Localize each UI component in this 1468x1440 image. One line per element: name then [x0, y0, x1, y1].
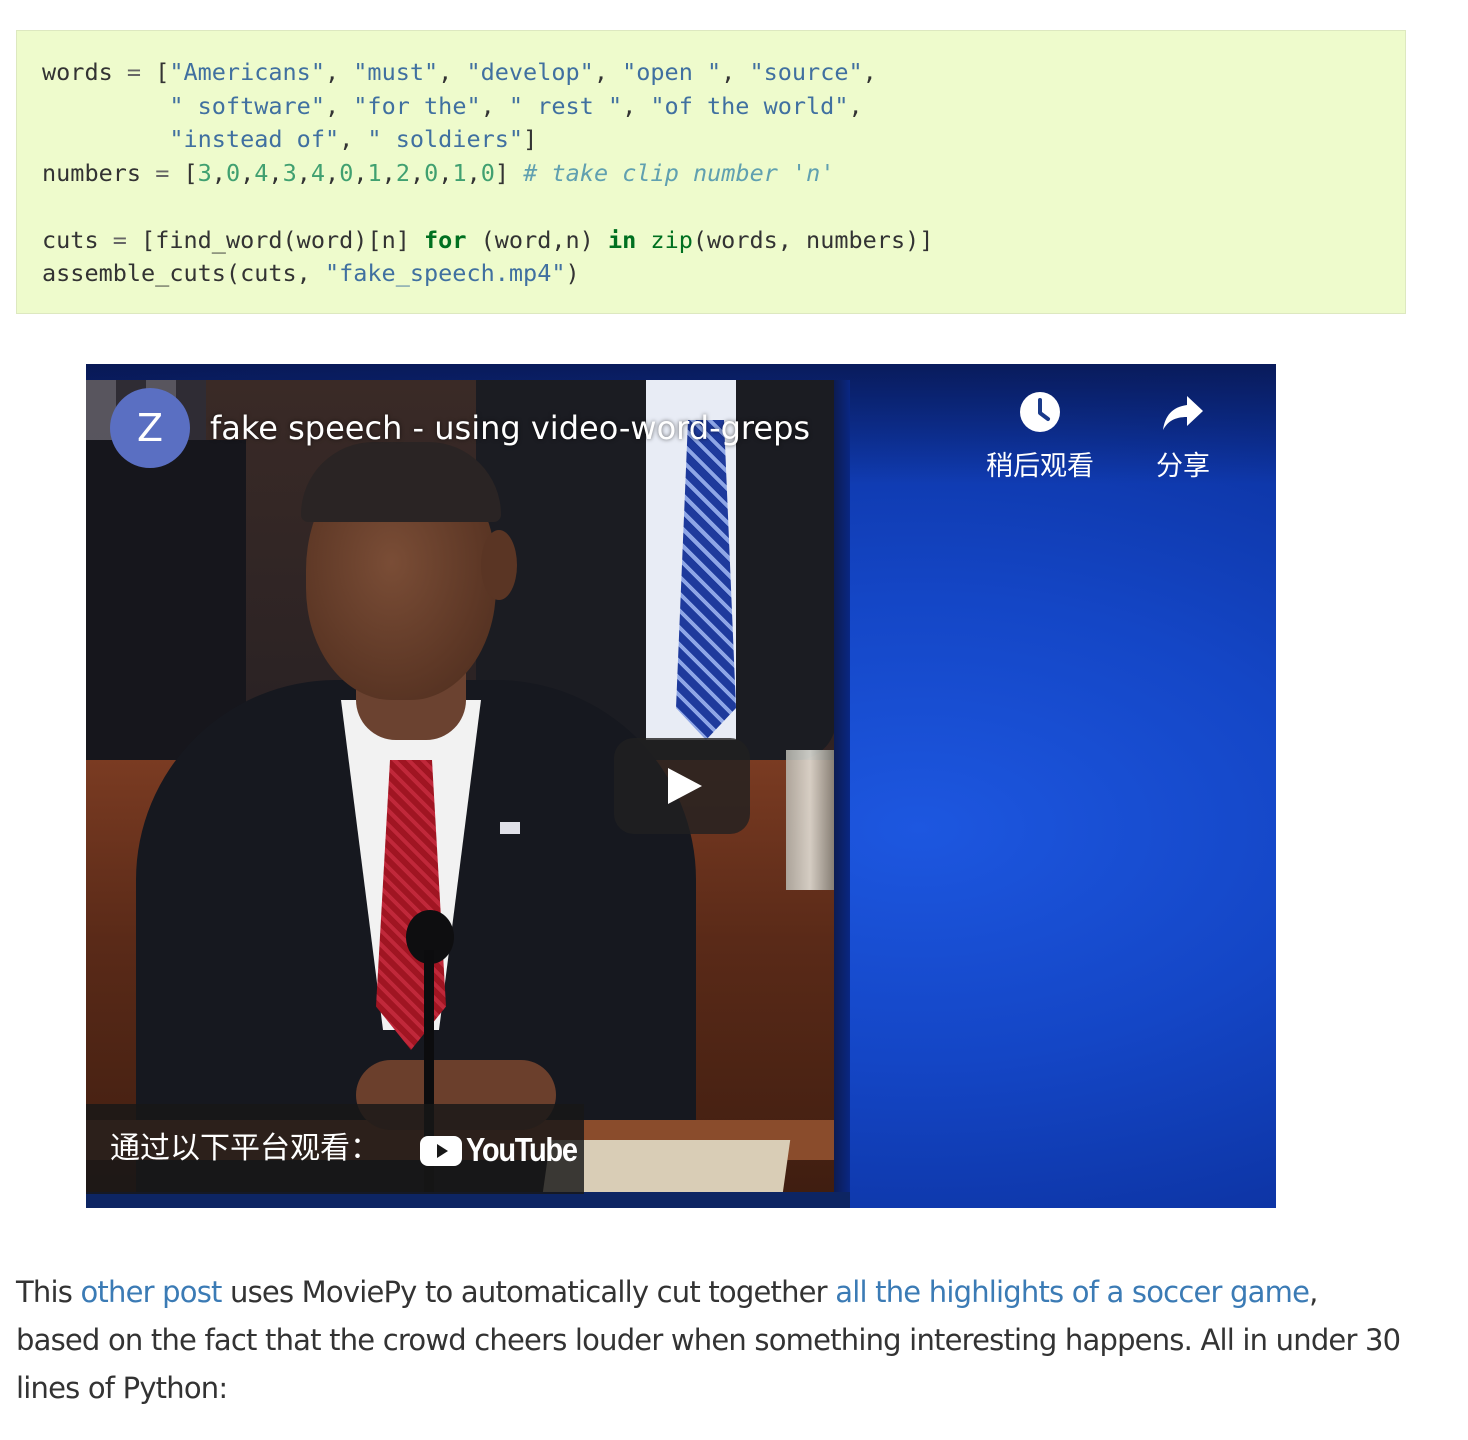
code-token: , — [325, 158, 340, 187]
code-token: 1 — [452, 158, 467, 187]
code-token: , — [211, 158, 226, 187]
share-button[interactable]: 分享 — [1138, 390, 1228, 484]
paragraph-link[interactable]: other post — [80, 1275, 222, 1309]
code-token: 0 — [225, 158, 241, 187]
code-line: "instead of", " soldiers"] — [42, 125, 537, 153]
code-token: , — [296, 158, 311, 187]
share-arrow-icon — [1163, 396, 1203, 430]
code-token: 1 — [367, 158, 382, 187]
code-token: (words, numbers)] — [692, 225, 934, 254]
watch-later-label: 稍后观看 — [986, 451, 1094, 482]
code-block: words = ["Americans", "must", "develop",… — [16, 30, 1406, 314]
code-token: " soldiers" — [367, 125, 524, 153]
watch-on-label: 通过以下平台观看： — [110, 1131, 380, 1166]
watch-on-youtube-bar[interactable]: 通过以下平台观看： YouTube — [86, 1104, 584, 1194]
code-token: = — [155, 158, 170, 187]
body-paragraph: This other post uses MoviePy to automati… — [16, 1268, 1406, 1412]
code-token: 4 — [310, 158, 326, 187]
code-token: , — [438, 58, 467, 86]
play-button[interactable] — [614, 738, 750, 834]
code-token: 3 — [282, 158, 297, 187]
share-label: 分享 — [1156, 451, 1210, 482]
code-token: "of the world" — [650, 91, 849, 120]
code-token: "Americans" — [169, 58, 325, 86]
code-token: " rest " — [508, 91, 623, 120]
code-token: 0 — [339, 158, 354, 187]
code-token: "source" — [749, 58, 863, 86]
code-token: ] — [523, 125, 538, 153]
clock-icon — [1020, 392, 1060, 432]
code-token: , — [409, 158, 425, 187]
code-token: , — [721, 58, 750, 86]
code-token: "for the" — [353, 91, 481, 120]
code-token: 4 — [254, 158, 269, 187]
play-icon — [668, 768, 702, 804]
code-token: "develop" — [466, 58, 594, 86]
code-line: cuts = [find_word(word)[n] for (word,n) … — [42, 226, 933, 254]
video-embed[interactable]: Z fake speech - using video-word-greps 稍… — [86, 364, 1276, 1208]
code-token: , — [848, 91, 863, 120]
code-listing: words = ["Americans", "must", "develop",… — [42, 56, 933, 291]
code-token: [ — [141, 58, 170, 86]
code-token: "must" — [353, 58, 439, 86]
code-token: , — [240, 158, 255, 187]
code-token: numbers — [42, 158, 156, 187]
code-token: [find_word(word)[n] — [126, 225, 425, 254]
code-token: , — [353, 158, 368, 187]
code-token: , — [339, 125, 368, 153]
code-token: , — [466, 158, 481, 187]
code-token: , — [593, 58, 623, 86]
code-token: for — [424, 225, 467, 254]
code-token: ] — [494, 158, 524, 187]
code-token: , — [324, 91, 354, 120]
watch-later-button[interactable]: 稍后观看 — [980, 390, 1100, 484]
code-token: , — [622, 91, 651, 120]
paragraph-link[interactable]: all the highlights of a soccer game — [835, 1275, 1310, 1309]
code-token: 0 — [480, 158, 495, 187]
code-token: , — [862, 58, 877, 86]
code-token: , — [438, 158, 453, 187]
video-title[interactable]: fake speech - using video-word-greps — [210, 408, 810, 448]
code-token: 3 — [197, 158, 212, 187]
code-token: (word,n) — [466, 225, 608, 254]
code-line: assemble_cuts(cuts, "fake_speech.mp4") — [42, 259, 580, 287]
paragraph-text: This — [16, 1275, 81, 1309]
code-line: words = ["Americans", "must", "develop",… — [42, 58, 877, 86]
code-token: "open " — [622, 58, 722, 86]
code-token: = — [112, 225, 127, 254]
code-line: numbers = [3,0,4,3,4,0,1,2,0,1,0] # take… — [42, 159, 834, 187]
code-token: , — [268, 158, 283, 187]
channel-avatar[interactable]: Z — [110, 388, 190, 468]
code-token: words — [42, 58, 127, 86]
code-token: , — [324, 58, 354, 86]
code-token: " software" — [169, 91, 325, 120]
code-token: "instead of" — [169, 125, 340, 153]
code-token: , — [381, 158, 396, 187]
youtube-logo-text: YouTube — [466, 1131, 578, 1168]
code-token: in — [607, 225, 637, 254]
code-token: # take clip number 'n' — [523, 158, 835, 187]
paragraph-text: uses MoviePy to automatically cut togeth… — [221, 1275, 836, 1309]
code-token: zip — [650, 225, 693, 254]
code-token: 0 — [424, 158, 439, 187]
code-token: = — [126, 58, 142, 86]
code-token: "fake_speech.mp4" — [324, 259, 566, 287]
code-token: ) — [565, 259, 580, 287]
code-token: 2 — [395, 158, 410, 187]
code-token: , — [480, 91, 509, 120]
code-token: cuts — [42, 225, 113, 254]
youtube-logo-icon — [420, 1136, 462, 1166]
code-line: " software", "for the", " rest ", "of th… — [42, 91, 863, 120]
code-token: assemble_cuts(cuts, — [42, 259, 325, 287]
code-token: [ — [169, 158, 198, 187]
